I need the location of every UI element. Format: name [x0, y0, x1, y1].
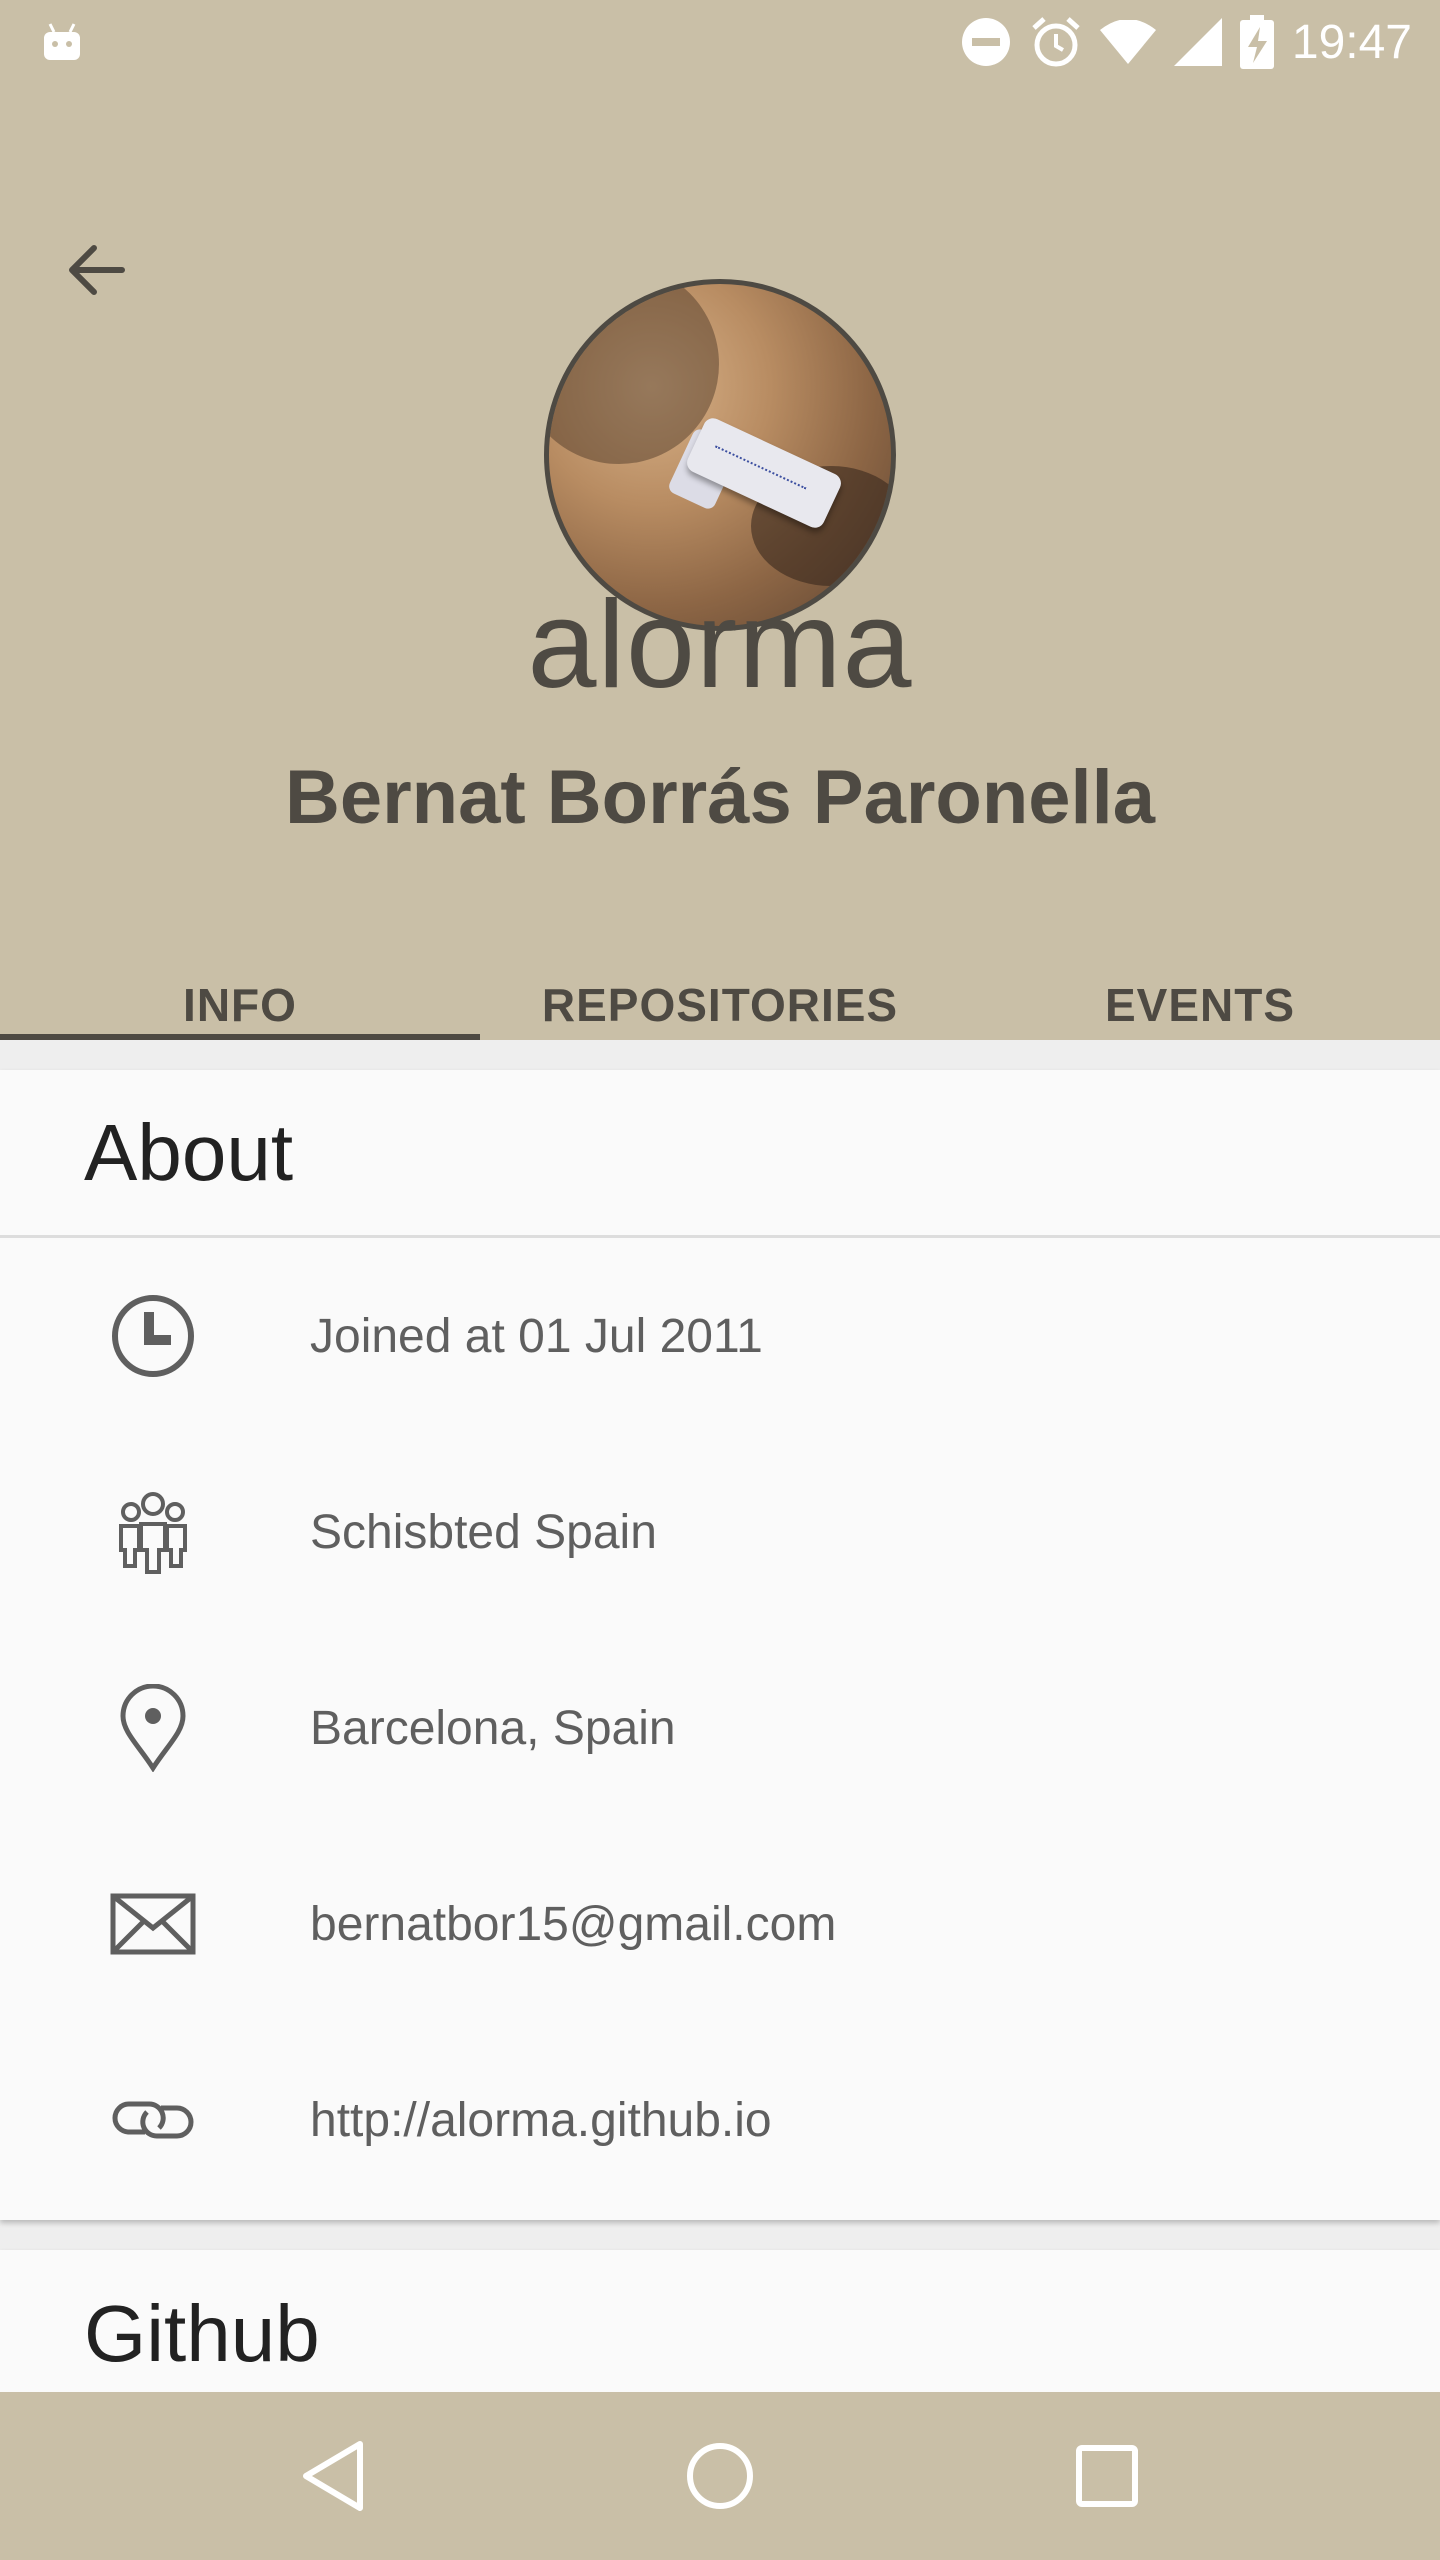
tab-content[interactable]: About Joined at 01 Jul 2011 Schisbted Sp… [0, 1040, 1440, 2392]
mail-icon [110, 1893, 196, 1955]
info-row-location[interactable]: Barcelona, Spain [0, 1630, 1440, 1826]
info-row-blog[interactable]: http://alorma.github.io [0, 2022, 1440, 2218]
about-card: About Joined at 01 Jul 2011 Schisbted Sp… [0, 1070, 1440, 2220]
blog-url: http://alorma.github.io [310, 2093, 772, 2147]
home-nav-icon [686, 2443, 753, 2509]
nav-recents-button[interactable] [1047, 2416, 1167, 2536]
info-row-company[interactable]: Schisbted Spain [0, 1434, 1440, 1630]
location: Barcelona, Spain [310, 1701, 676, 1755]
github-card: Github [0, 2250, 1440, 2392]
github-title: Github [84, 2289, 320, 2378]
arrow-back-icon [69, 245, 125, 295]
info-row-joined[interactable]: Joined at 01 Jul 2011 [0, 1238, 1440, 1434]
tab-repositories[interactable]: REPOSITORIES [480, 944, 960, 1040]
do-not-disturb-icon [960, 16, 1012, 68]
nav-home-button[interactable] [660, 2416, 780, 2536]
joined-date: Joined at 01 Jul 2011 [310, 1309, 763, 1363]
android-icon [40, 20, 84, 64]
full-name: Bernat Borrás Paronella [284, 755, 1156, 840]
status-icons: 19:47 [960, 15, 1412, 70]
tab-info[interactable]: INFO [0, 944, 480, 1040]
tab-events[interactable]: EVENTS [960, 944, 1440, 1040]
company: Schisbted Spain [310, 1505, 657, 1559]
back-button[interactable] [60, 234, 132, 306]
username: alorma [527, 576, 913, 714]
navigation-bar [0, 2392, 1440, 2560]
about-title: About [0, 1070, 1440, 1238]
info-row-email[interactable]: bernatbor15@gmail.com [0, 1826, 1440, 2022]
signal-icon [1173, 18, 1222, 66]
battery-charging-icon [1239, 15, 1274, 69]
tab-bar: INFO REPOSITORIES EVENTS [0, 944, 1440, 1040]
recents-nav-icon [1075, 2445, 1138, 2507]
profile-header: alorma Bernat Borrás Paronella INFO REPO… [0, 84, 1440, 1040]
status-bar: 19:47 [0, 0, 1440, 84]
alarm-icon [1030, 16, 1082, 68]
back-nav-icon [303, 2441, 364, 2511]
people-icon [119, 1492, 187, 1574]
email: bernatbor15@gmail.com [310, 1897, 837, 1951]
location-pin-icon [120, 1684, 186, 1772]
wifi-icon [1099, 20, 1156, 64]
status-time: 19:47 [1291, 15, 1412, 69]
clock-icon [112, 1295, 194, 1377]
link-icon [112, 2101, 194, 2139]
nav-back-button[interactable] [273, 2416, 393, 2536]
